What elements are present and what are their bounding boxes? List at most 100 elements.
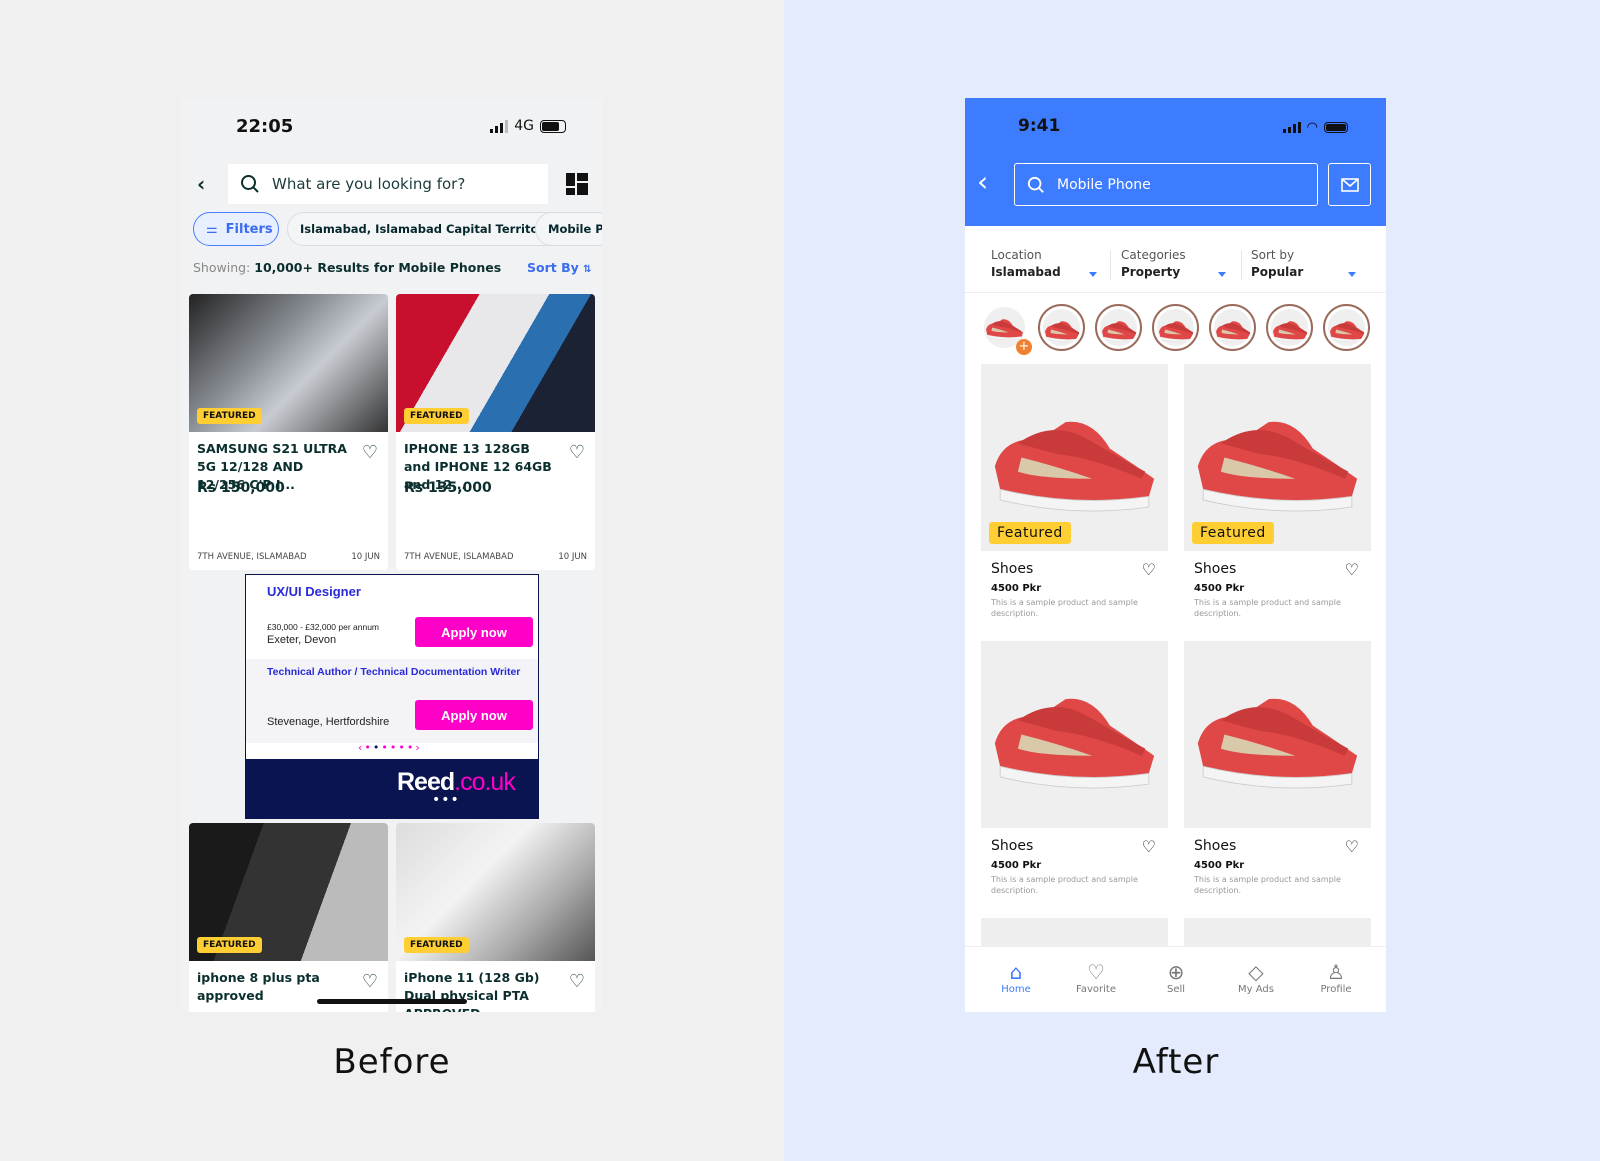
- listing-date: 10 JUN: [558, 552, 587, 562]
- product-description: This is a sample product and sample desc…: [991, 598, 1138, 618]
- plus-circle-icon: ⊕: [1167, 960, 1185, 984]
- product-price: 4500 Pkr: [991, 583, 1042, 594]
- search-placeholder: What are you looking for?: [272, 175, 466, 193]
- shoe-image: [1273, 321, 1308, 343]
- results-summary: Showing: 10,000+ Results for Mobile Phon…: [193, 260, 501, 275]
- story-avatar[interactable]: [1266, 304, 1313, 351]
- listing-location: 7TH AVENUE, ISLAMABAD: [197, 552, 307, 562]
- filter-value: Popular: [1251, 265, 1304, 279]
- product-title: Shoes: [1194, 838, 1237, 854]
- nav-label: Profile: [1320, 984, 1352, 995]
- listing-image: FEATURED: [189, 823, 388, 961]
- apply-now-button[interactable]: Apply now: [415, 617, 533, 647]
- back-icon[interactable]: ‹: [977, 168, 988, 196]
- network-label: 4G: [514, 118, 534, 134]
- results-text: 10,000+ Results for Mobile Phones: [254, 260, 502, 275]
- grid-view-icon[interactable]: [566, 173, 588, 195]
- nav-home[interactable]: ⌂ Home: [976, 960, 1056, 995]
- heart-icon[interactable]: ♡: [1142, 560, 1156, 579]
- product-title: Shoes: [1194, 561, 1237, 577]
- apply-now-button[interactable]: Apply now: [415, 700, 533, 730]
- add-story-button[interactable]: +: [981, 304, 1032, 355]
- heart-icon[interactable]: ♡: [362, 442, 378, 463]
- signal-icon: [1282, 122, 1301, 133]
- heart-icon[interactable]: ♡: [1345, 560, 1359, 579]
- product-title: Shoes: [991, 838, 1034, 854]
- sliders-icon: ⚌: [206, 221, 218, 237]
- heart-icon[interactable]: ♡: [569, 442, 585, 463]
- listing-card[interactable]: FEATURED iphone 8 plus pta approved ♡: [189, 823, 388, 1012]
- story-avatar[interactable]: [1152, 304, 1199, 351]
- product-card[interactable]: Featured Shoes ♡ 4500 Pkr This is a samp…: [981, 364, 1168, 634]
- nav-my-ads[interactable]: ◇ My Ads: [1216, 960, 1296, 995]
- nav-profile[interactable]: ♙ Profile: [1296, 960, 1376, 995]
- nav-favorite[interactable]: ♡ Favorite: [1056, 960, 1136, 995]
- sort-icon: ⇅: [583, 264, 592, 275]
- divider: [1110, 250, 1111, 280]
- nav-sell[interactable]: ⊕ Sell: [1136, 960, 1216, 995]
- story-avatar[interactable]: [1323, 304, 1370, 351]
- category-chip[interactable]: Mobile P: [535, 212, 602, 246]
- job-title[interactable]: Technical Author / Technical Documentati…: [267, 666, 520, 678]
- shoe-image: [1216, 321, 1251, 343]
- filters-button[interactable]: ⚌ Filters: [193, 212, 279, 246]
- location-dropdown[interactable]: Location Islamabad: [991, 248, 1101, 279]
- caret-down-icon: [1348, 272, 1356, 277]
- messages-button[interactable]: [1328, 163, 1371, 206]
- product-price: 4500 Pkr: [1194, 860, 1245, 871]
- product-image: [1184, 641, 1371, 828]
- listing-card[interactable]: FEATURED SAMSUNG S21 ULTRA 5G 12/128 AND…: [189, 294, 388, 570]
- featured-badge: Featured: [989, 522, 1071, 544]
- location-chip-label: Islamabad, Islamabad Capital Territory: [300, 222, 552, 236]
- listing-location: 7TH AVENUE, ISLAMABAD: [404, 552, 514, 562]
- product-image: Featured: [981, 364, 1168, 551]
- job-location: Exeter, Devon: [267, 634, 337, 646]
- listing-card[interactable]: FEATURED iPhone 11 (128 Gb) Dual physica…: [396, 823, 595, 1012]
- back-icon[interactable]: ‹: [197, 172, 205, 196]
- shoe-image: [1045, 321, 1080, 343]
- product-card-placeholder: [981, 918, 1168, 948]
- product-image: Featured: [1184, 364, 1371, 551]
- search-value: Mobile Phone: [1057, 176, 1151, 193]
- shoe-image: [1197, 421, 1358, 512]
- heart-icon[interactable]: ♡: [362, 971, 378, 992]
- carousel-dots[interactable]: ‹••••••›: [358, 741, 422, 754]
- shoe-image: [1330, 321, 1365, 343]
- status-time: 22:05: [236, 116, 294, 137]
- sort-dropdown[interactable]: Sort by Popular: [1251, 248, 1361, 279]
- heart-icon[interactable]: ♡: [569, 971, 585, 992]
- filters-label: Filters: [225, 221, 273, 237]
- search-input[interactable]: What are you looking for?: [228, 164, 548, 204]
- home-indicator: [317, 999, 467, 1004]
- story-avatar[interactable]: [1038, 304, 1085, 351]
- tag-icon: ◇: [1248, 960, 1264, 984]
- job-title[interactable]: UX/UI Designer: [267, 584, 361, 599]
- signal-icon: [490, 119, 509, 133]
- story-avatar[interactable]: [1095, 304, 1142, 351]
- product-card-placeholder: [1184, 918, 1371, 948]
- wifi-icon: ◠: [1306, 120, 1318, 135]
- product-card[interactable]: Featured Shoes ♡ 4500 Pkr This is a samp…: [1184, 364, 1371, 634]
- heart-icon[interactable]: ♡: [1345, 837, 1359, 856]
- add-icon: +: [1016, 339, 1032, 355]
- reed-footer: Reed.co.uk •••: [246, 759, 538, 819]
- product-title: Shoes: [991, 561, 1034, 577]
- product-description: This is a sample product and sample desc…: [991, 875, 1138, 895]
- sort-by-button[interactable]: Sort By ⇅: [527, 260, 592, 275]
- heart-icon[interactable]: ♡: [1142, 837, 1156, 856]
- listing-card[interactable]: FEATURED IPHONE 13 128GB and IPHONE 12 6…: [396, 294, 595, 570]
- search-input[interactable]: Mobile Phone: [1014, 163, 1318, 206]
- divider: [965, 292, 1386, 293]
- mail-icon: [1340, 177, 1359, 192]
- listing-date: 10 JUN: [351, 552, 380, 562]
- nav-label: My Ads: [1238, 984, 1274, 995]
- caret-down-icon: [1089, 272, 1097, 277]
- reed-ad-banner[interactable]: UX/UI Designer £30,000 - £32,000 per ann…: [245, 574, 539, 819]
- listing-title: iPhone 11 (128 Gb) Dual physical PTA APP…: [404, 970, 540, 1012]
- status-time: 9:41: [1018, 116, 1061, 136]
- story-avatar[interactable]: [1209, 304, 1256, 351]
- categories-dropdown[interactable]: Categories Property: [1121, 248, 1231, 279]
- battery-icon: [1324, 122, 1348, 133]
- product-card[interactable]: Shoes ♡ 4500 Pkr This is a sample produc…: [1184, 641, 1371, 911]
- product-card[interactable]: Shoes ♡ 4500 Pkr This is a sample produc…: [981, 641, 1168, 911]
